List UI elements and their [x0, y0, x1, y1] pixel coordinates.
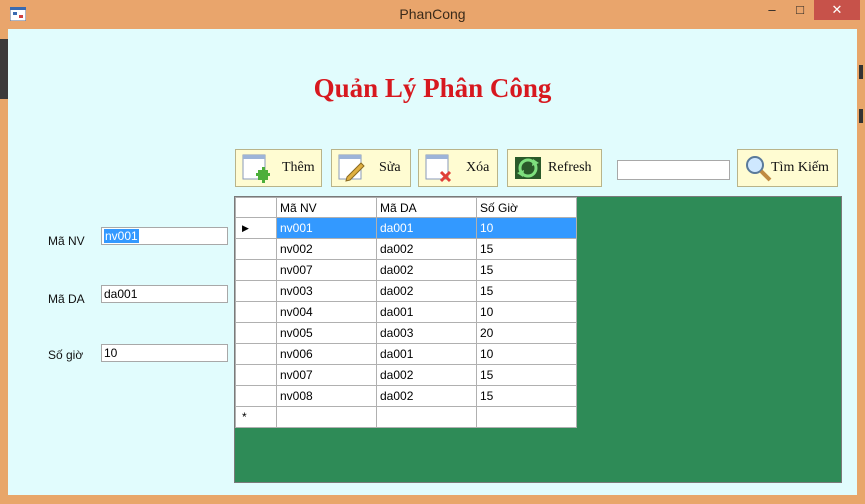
table-cell[interactable]: 10 — [476, 217, 577, 239]
ma-nv-value: nv001 — [104, 229, 139, 243]
row-header[interactable] — [235, 364, 277, 386]
ma-da-value: da001 — [104, 287, 138, 301]
column-header[interactable]: Số Giờ — [476, 197, 577, 218]
table-row[interactable]: nv006 da001 10 — [235, 343, 577, 365]
table-cell[interactable]: 10 — [476, 301, 577, 323]
refresh-button-label: Refresh — [548, 160, 592, 175]
new-row[interactable]: * — [235, 406, 577, 428]
table-cell[interactable]: nv003 — [276, 280, 377, 302]
edit-button-label: Sửa — [379, 160, 401, 175]
table-cell[interactable]: 15 — [476, 364, 577, 386]
search-button-label: Tìm Kiếm — [771, 160, 829, 175]
close-button[interactable]: ✕ — [814, 0, 860, 20]
so-gio-label: Số giờ — [48, 348, 84, 362]
client-area: Quản Lý Phân Công Mã NV nv001 Mã DA da00… — [8, 29, 857, 495]
table-cell[interactable]: da002 — [376, 259, 477, 281]
table-cell[interactable]: nv007 — [276, 364, 377, 386]
document-add-icon — [242, 154, 270, 183]
row-header[interactable]: ▶ — [235, 217, 277, 239]
table-cell[interactable]: 15 — [476, 280, 577, 302]
magnifier-icon — [746, 156, 772, 182]
background-mark — [859, 65, 863, 79]
search-input[interactable] — [617, 160, 730, 180]
table-row[interactable]: nv008 da002 15 — [235, 385, 577, 407]
table-cell[interactable]: nv006 — [276, 343, 377, 365]
ma-da-label: Mã DA — [48, 292, 85, 306]
table-cell[interactable] — [376, 406, 477, 428]
background-mark — [859, 109, 863, 123]
table-cell[interactable]: da003 — [376, 322, 477, 344]
refresh-button[interactable]: Refresh — [507, 149, 602, 187]
table-cell[interactable] — [476, 406, 577, 428]
table-cell[interactable]: nv008 — [276, 385, 377, 407]
document-delete-icon — [425, 154, 452, 183]
row-header[interactable] — [235, 322, 277, 344]
title-bar: PhanCong – □ ✕ — [0, 0, 865, 29]
table-row[interactable]: nv007 da002 15 — [235, 259, 577, 281]
table-cell[interactable]: da001 — [376, 301, 477, 323]
table-cell[interactable]: da001 — [376, 217, 477, 239]
background-notch — [0, 39, 8, 99]
row-header[interactable] — [235, 238, 277, 260]
row-header-corner — [235, 197, 277, 218]
background-right-edge — [857, 29, 865, 504]
table-cell[interactable]: nv001 — [276, 217, 377, 239]
table-cell[interactable]: nv004 — [276, 301, 377, 323]
row-header[interactable] — [235, 280, 277, 302]
delete-button[interactable]: Xóa — [418, 149, 498, 187]
table-cell[interactable]: 20 — [476, 322, 577, 344]
column-header[interactable]: Mã NV — [276, 197, 377, 218]
refresh-icon — [515, 157, 541, 179]
delete-button-label: Xóa — [466, 160, 490, 175]
background-strip — [0, 29, 8, 504]
add-button[interactable]: Thêm — [235, 149, 322, 187]
add-button-label: Thêm — [282, 160, 315, 175]
table-cell[interactable]: da002 — [376, 280, 477, 302]
column-header[interactable]: Mã DA — [376, 197, 477, 218]
table-cell[interactable]: da002 — [376, 385, 477, 407]
table-cell[interactable]: nv007 — [276, 259, 377, 281]
table-cell[interactable]: nv005 — [276, 322, 377, 344]
row-header[interactable] — [235, 301, 277, 323]
table-cell[interactable] — [276, 406, 377, 428]
document-edit-icon — [338, 154, 365, 182]
window-title: PhanCong — [399, 6, 466, 22]
table-row[interactable]: nv005 da003 20 — [235, 322, 577, 344]
table-cell[interactable]: 15 — [476, 259, 577, 281]
data-grid[interactable]: Mã NV Mã DA Số Giờ ▶ nv001 da001 10 nv002 da0… — [234, 196, 842, 483]
table-row[interactable]: nv002 da002 15 — [235, 238, 577, 260]
page-title: Quản Lý Phân Công — [313, 73, 552, 103]
table-cell[interactable]: da001 — [376, 343, 477, 365]
grid-body: ▶ nv001 da001 10 nv002 da002 15 nv007 da002 15 nv0… — [235, 217, 577, 428]
row-header[interactable] — [235, 343, 277, 365]
table-row[interactable]: nv004 da001 10 — [235, 301, 577, 323]
ma-nv-label: Mã NV — [48, 234, 85, 248]
minimize-button[interactable]: – — [758, 0, 786, 20]
search-button[interactable]: Tìm Kiếm — [737, 149, 838, 187]
ma-da-input[interactable]: da001 — [101, 285, 228, 303]
so-gio-value: 10 — [104, 346, 118, 360]
table-row[interactable]: nv007 da002 15 — [235, 364, 577, 386]
ma-nv-input[interactable]: nv001 — [101, 227, 228, 245]
row-header[interactable] — [235, 385, 277, 407]
table-cell[interactable]: 15 — [476, 238, 577, 260]
table-cell[interactable]: 15 — [476, 385, 577, 407]
edit-button[interactable]: Sửa — [331, 149, 411, 187]
so-gio-input[interactable]: 10 — [101, 344, 228, 362]
table-cell[interactable]: nv002 — [276, 238, 377, 260]
table-row[interactable]: nv003 da002 15 — [235, 280, 577, 302]
table-row[interactable]: ▶ nv001 da001 10 — [235, 217, 577, 239]
maximize-button[interactable]: □ — [786, 0, 814, 20]
table-cell[interactable]: da002 — [376, 238, 477, 260]
table-cell[interactable]: da002 — [376, 364, 477, 386]
grid-table: Mã NV Mã DA Số Giờ ▶ nv001 da001 10 nv002 da0… — [235, 197, 577, 428]
table-cell[interactable]: 10 — [476, 343, 577, 365]
new-row-marker: * — [235, 406, 277, 428]
row-header[interactable] — [235, 259, 277, 281]
grid-header-row: Mã NV Mã DA Số Giờ — [235, 197, 577, 218]
